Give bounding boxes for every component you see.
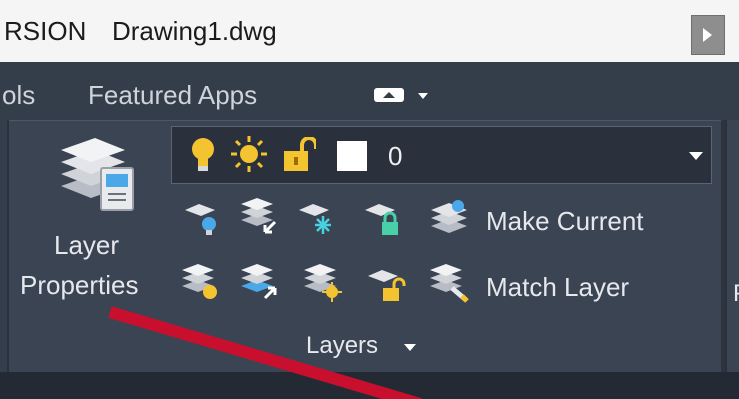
next-panel-edge: P [725,120,739,372]
layer-lock-icon[interactable] [363,196,405,238]
layer-dropdown[interactable]: 0 [171,126,712,184]
layers-panel-title[interactable]: Layers [306,332,378,360]
sun-thaw-icon[interactable] [230,135,268,173]
chevron-down-icon[interactable] [404,344,416,351]
title-bar: RSION Drawing1.dwg [0,0,739,62]
next-panel-label: P [733,280,739,308]
match-layer-label[interactable]: Match Layer [486,272,629,303]
make-current-icon[interactable] [429,196,471,238]
title-overflow-button[interactable] [691,15,725,55]
tab-tools-partial[interactable]: ols [2,80,35,111]
ribbon-tab-bar: ols Featured Apps [0,62,739,120]
layer-properties-label-line2[interactable]: Properties [20,270,139,301]
layer-properties-label-line1[interactable]: Layer [54,230,119,261]
layer-unlock-icon[interactable] [366,262,408,304]
unlock-icon[interactable] [282,137,316,173]
layer-isolate-icon[interactable] [239,196,281,238]
layer-on-icon[interactable] [180,262,222,304]
previous-panel-edge [0,120,9,372]
lightbulb-on-icon[interactable] [190,137,216,173]
layer-color-swatch[interactable] [337,141,367,171]
screen-toggle-icon[interactable] [374,84,434,108]
app-version-label: RSION [4,16,87,46]
ribbon-bottom-bar [0,372,739,399]
layer-freeze-icon[interactable] [297,196,339,238]
layer-unisolate-icon[interactable] [239,262,281,304]
make-current-label[interactable]: Make Current [486,206,644,237]
chevron-down-icon[interactable] [689,152,703,160]
match-layer-icon[interactable] [428,262,470,304]
layer-properties-icon[interactable] [47,130,141,216]
tab-featured-apps[interactable]: Featured Apps [88,80,257,111]
document-title: Drawing1.dwg [112,16,277,46]
current-layer-name: 0 [388,141,403,171]
layer-off-icon[interactable] [183,196,225,238]
layer-thaw-all-icon[interactable] [302,262,344,304]
